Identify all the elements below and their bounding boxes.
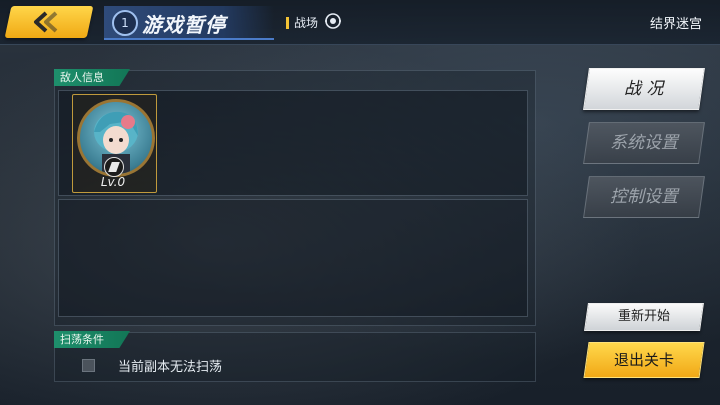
battle-status-button[interactable]: 战 况 (583, 68, 705, 110)
system-settings-button[interactable]: 系统设置 (583, 122, 705, 164)
exit-stage-label: 退出关卡 (613, 351, 674, 369)
enemy-detail-area (58, 199, 528, 317)
restart-label: 重新开始 (617, 309, 670, 324)
back-button[interactable] (4, 6, 94, 38)
battle-tag-marker (286, 17, 289, 29)
battle-label: 战场 (294, 16, 319, 30)
round-badge: 1 (112, 10, 138, 36)
control-settings-button[interactable]: 控制设置 (583, 176, 705, 218)
sweep-checkbox (82, 359, 95, 372)
class-icon (104, 157, 124, 177)
battle-tag: 战场 (286, 14, 318, 31)
battle-status-label: 战 况 (624, 79, 664, 99)
exit-stage-button[interactable]: 退出关卡 (583, 342, 705, 378)
system-settings-label: 系统设置 (610, 133, 678, 153)
eye-icon[interactable] (324, 12, 342, 30)
control-settings-label: 控制设置 (610, 187, 678, 207)
stage-name: 结界迷宫 (649, 17, 702, 32)
sweep-condition-label: 扫荡条件 (54, 331, 130, 348)
enemy-info-label: 敌人信息 (54, 69, 130, 86)
page-title: 游戏暂停 (142, 13, 226, 37)
chevron-left-icon (34, 11, 58, 33)
enemy-level: Lv.0 (100, 175, 126, 189)
sweep-condition-text: 当前副本无法扫荡 (118, 360, 223, 375)
restart-button[interactable]: 重新开始 (584, 303, 704, 331)
